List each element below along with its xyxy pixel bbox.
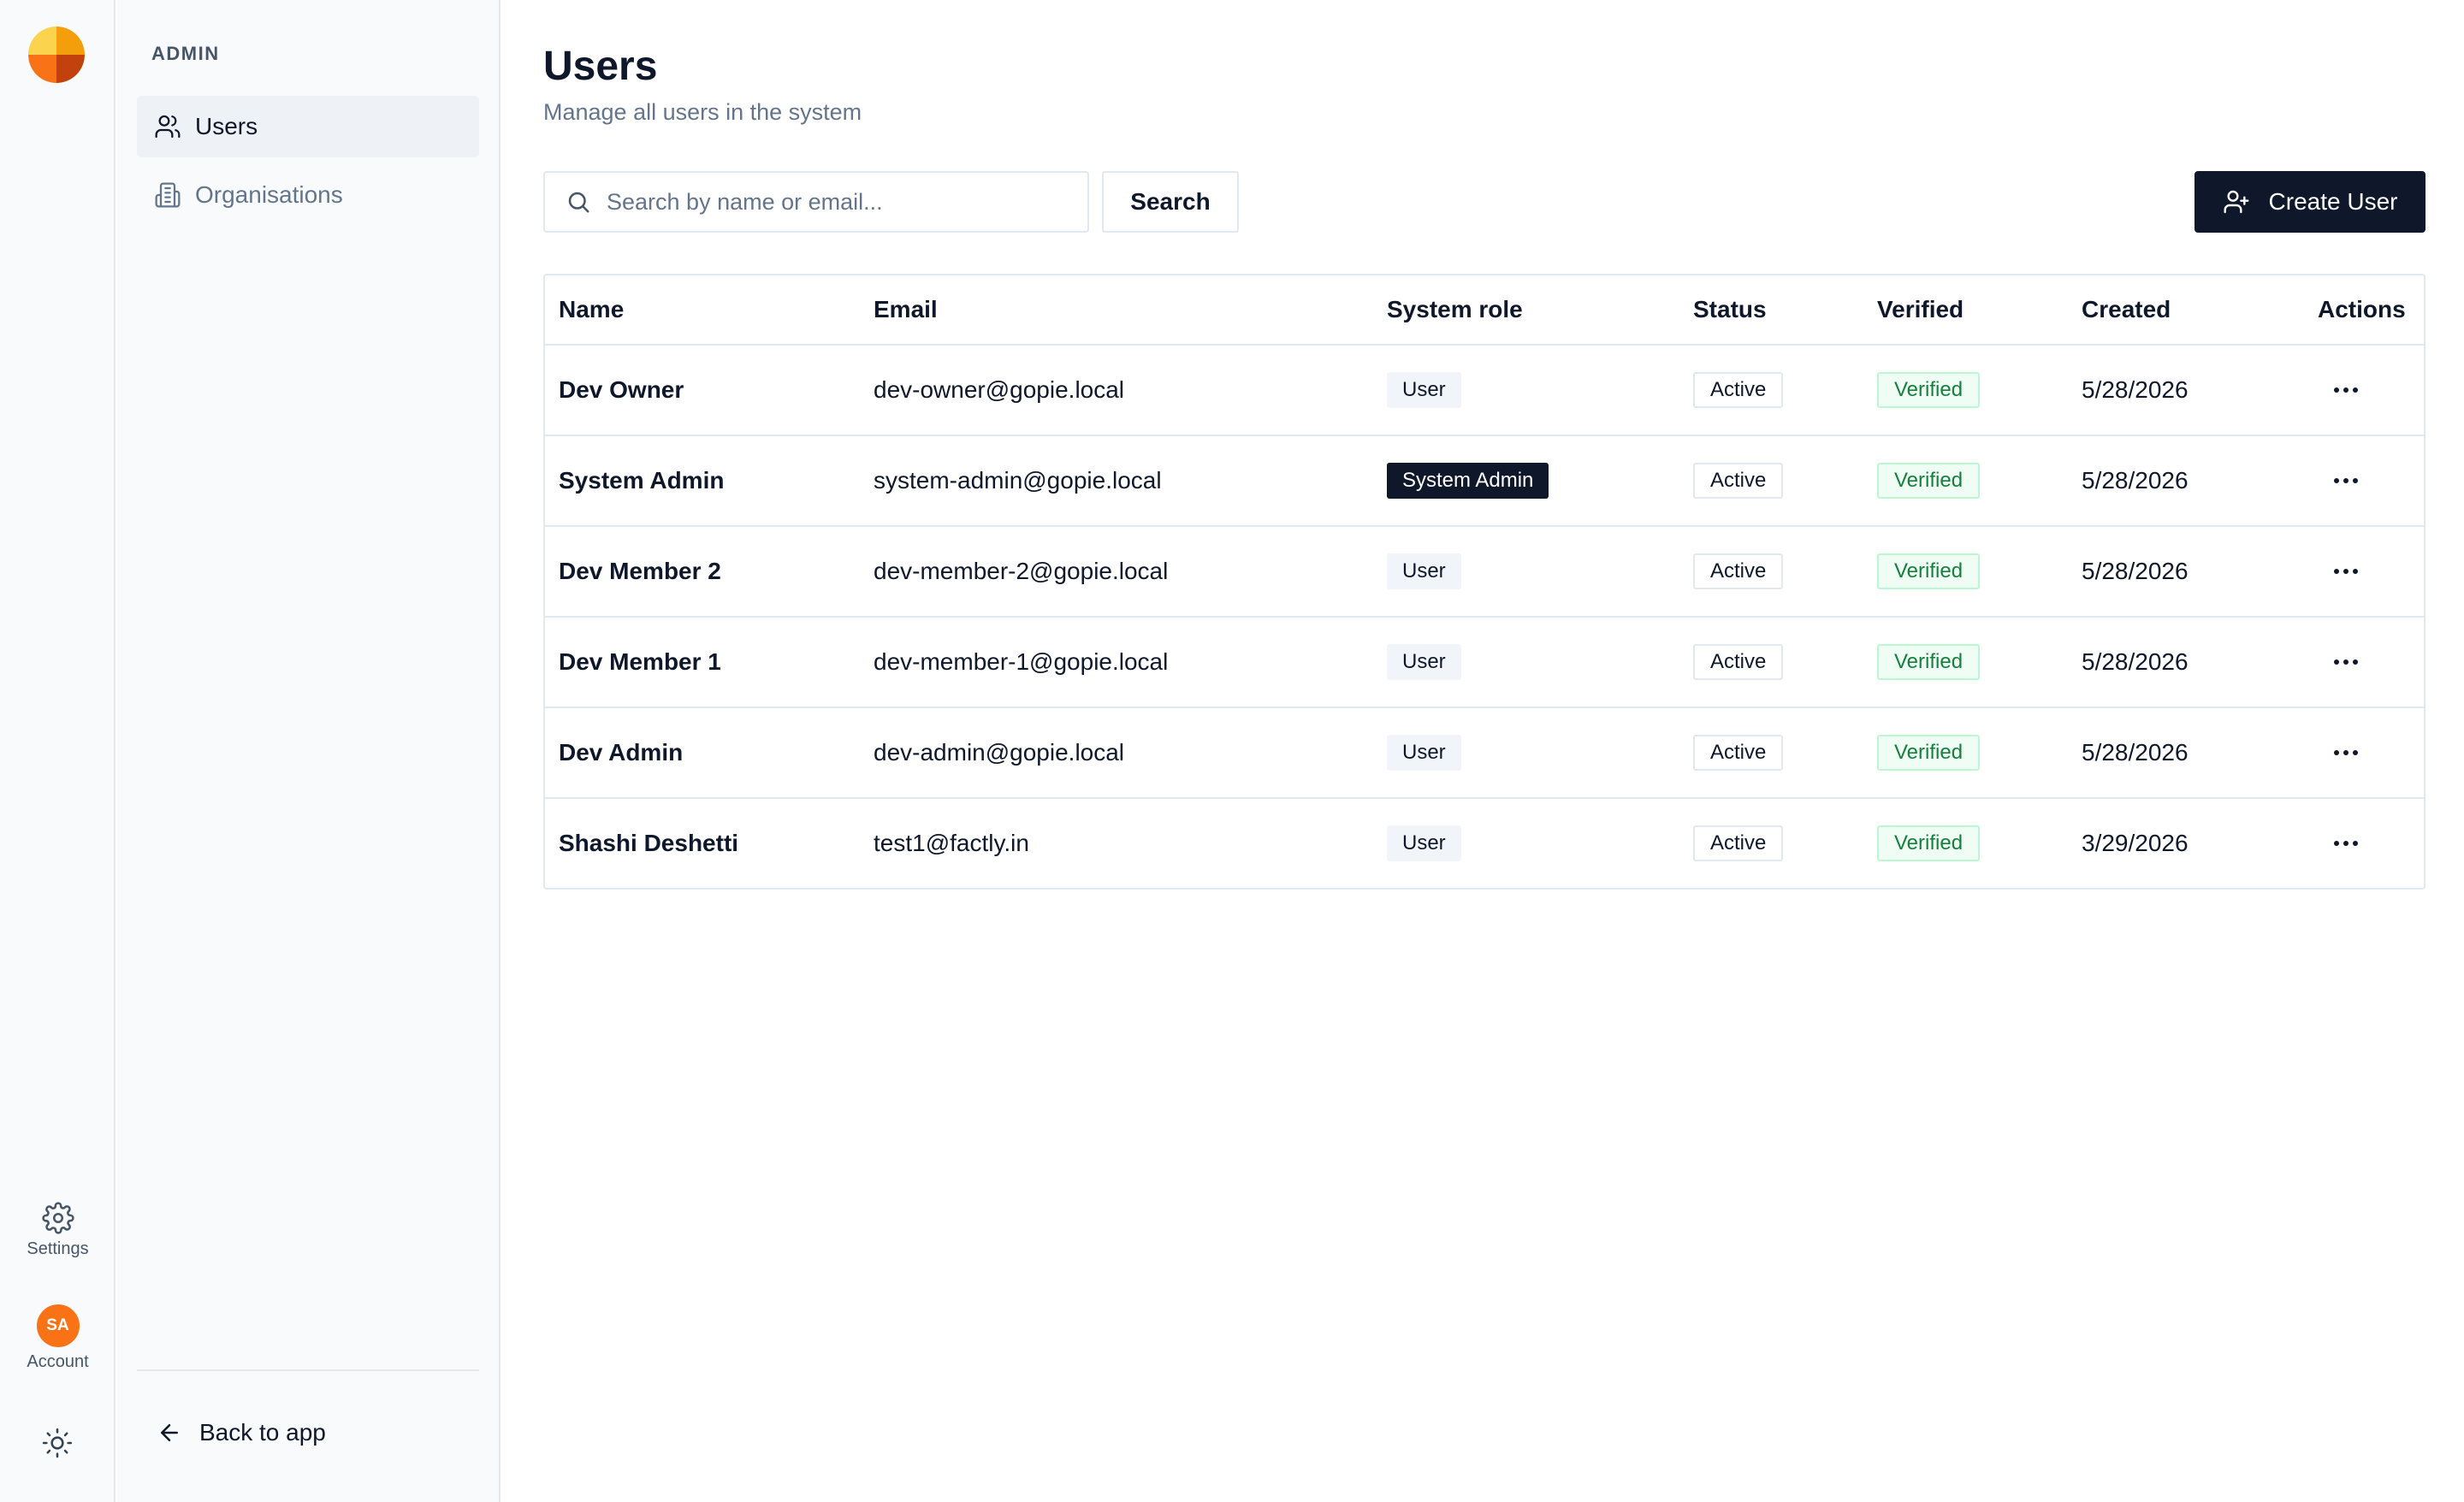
column-header-verified: Verified xyxy=(1877,296,1964,322)
created-date: 5/28/2026 xyxy=(2082,739,2189,766)
user-name: System Admin xyxy=(559,467,725,494)
user-name: Shashi Deshetti xyxy=(559,830,739,856)
user-name: Dev Owner xyxy=(559,376,684,403)
role-badge: User xyxy=(1387,825,1461,861)
theme-toggle-button[interactable] xyxy=(41,1427,74,1459)
user-email: system-admin@gopie.local xyxy=(874,467,1162,494)
created-date: 5/28/2026 xyxy=(2082,648,2189,675)
verified-badge: Verified xyxy=(1877,735,1981,771)
role-badge: User xyxy=(1387,553,1461,589)
gear-icon xyxy=(41,1202,74,1234)
app-logo[interactable] xyxy=(28,27,85,83)
user-name: Dev Member 1 xyxy=(559,648,721,675)
users-table: Name Email System role Status Verified C… xyxy=(543,274,2426,890)
search-icon xyxy=(568,192,589,213)
column-header-email: Email xyxy=(874,296,938,322)
created-date: 5/28/2026 xyxy=(2082,376,2189,403)
search-input[interactable] xyxy=(607,188,1086,216)
verified-badge: Verified xyxy=(1877,644,1981,680)
users-icon xyxy=(155,115,181,139)
column-header-system-role: System role xyxy=(1387,296,1523,322)
back-to-app-link[interactable]: Back to app xyxy=(157,1411,326,1454)
user-email: dev-member-1@gopie.local xyxy=(874,648,1169,675)
status-badge: Active xyxy=(1693,644,1784,680)
status-badge: Active xyxy=(1693,372,1784,408)
settings-label: Settings xyxy=(27,1239,89,1258)
settings-nav[interactable]: Settings xyxy=(0,1202,116,1259)
table-row: System Admin system-admin@gopie.local Sy… xyxy=(545,435,2424,525)
table-header-row: Name Email System role Status Verified C… xyxy=(545,275,2424,344)
role-badge: System Admin xyxy=(1387,463,1549,499)
created-date: 5/28/2026 xyxy=(2082,467,2189,494)
verified-badge: Verified xyxy=(1877,372,1981,408)
row-actions-button[interactable] xyxy=(2325,554,2367,588)
avatar: SA xyxy=(36,1304,80,1347)
search-field xyxy=(543,171,1089,233)
table-row: Dev Member 1 dev-member-1@gopie.local Us… xyxy=(545,616,2424,707)
user-plus-icon xyxy=(2223,190,2249,214)
page-title: Users xyxy=(543,44,658,89)
row-actions-button[interactable] xyxy=(2325,645,2367,679)
role-badge: User xyxy=(1387,372,1461,408)
create-user-label: Create User xyxy=(2268,188,2398,215)
sidebar-item-users[interactable]: Users xyxy=(137,96,479,157)
status-badge: Active xyxy=(1693,463,1784,499)
verified-badge: Verified xyxy=(1877,825,1981,861)
sidebar-divider xyxy=(137,1369,479,1371)
user-email: test1@factly.in xyxy=(874,830,1029,856)
logo-icon xyxy=(28,27,85,83)
table-row: Dev Admin dev-admin@gopie.local User Act… xyxy=(545,707,2424,797)
user-email: dev-owner@gopie.local xyxy=(874,376,1125,403)
admin-sidebar: ADMIN Users Organisations Back to app xyxy=(117,0,500,1502)
row-actions-button[interactable] xyxy=(2325,464,2367,498)
create-user-button[interactable]: Create User xyxy=(2194,171,2426,233)
column-header-actions: Actions xyxy=(2318,296,2406,322)
status-badge: Active xyxy=(1693,553,1784,589)
table-row: Dev Member 2 dev-member-2@gopie.local Us… xyxy=(545,525,2424,616)
section-label: ADMIN xyxy=(151,43,220,64)
verified-badge: Verified xyxy=(1877,463,1981,499)
page-subtitle: Manage all users in the system xyxy=(543,99,862,125)
column-header-status: Status xyxy=(1693,296,1767,322)
row-actions-button[interactable] xyxy=(2325,826,2367,860)
user-name: Dev Member 2 xyxy=(559,558,721,584)
column-header-name: Name xyxy=(559,296,625,322)
row-actions-button[interactable] xyxy=(2325,373,2367,407)
account-nav[interactable]: SA Account xyxy=(0,1304,116,1372)
app-root: Settings SA Account ADMIN Users Organisa… xyxy=(0,0,2464,1502)
status-badge: Active xyxy=(1693,825,1784,861)
back-to-app-label: Back to app xyxy=(199,1419,326,1446)
role-badge: User xyxy=(1387,735,1461,771)
sidebar-item-label: Organisations xyxy=(195,181,343,208)
role-badge: User xyxy=(1387,644,1461,680)
created-date: 5/28/2026 xyxy=(2082,558,2189,584)
user-email: dev-admin@gopie.local xyxy=(874,739,1125,766)
search-button[interactable]: Search xyxy=(1102,171,1239,233)
verified-badge: Verified xyxy=(1877,553,1981,589)
table-row: Shashi Deshetti test1@factly.in User Act… xyxy=(545,797,2424,888)
column-header-created: Created xyxy=(2082,296,2171,322)
sidebar-item-organisations[interactable]: Organisations xyxy=(137,164,479,226)
icon-rail: Settings SA Account xyxy=(0,0,116,1502)
account-label: Account xyxy=(27,1352,89,1371)
sidebar-item-label: Users xyxy=(195,113,258,139)
arrow-left-icon xyxy=(161,1424,178,1441)
sun-icon xyxy=(42,1428,73,1458)
table-row: Dev Owner dev-owner@gopie.local User Act… xyxy=(545,344,2424,435)
user-name: Dev Admin xyxy=(559,739,684,766)
row-actions-button[interactable] xyxy=(2325,736,2367,770)
user-email: dev-member-2@gopie.local xyxy=(874,558,1169,584)
status-badge: Active xyxy=(1693,735,1784,771)
building-icon xyxy=(155,182,181,208)
created-date: 3/29/2026 xyxy=(2082,830,2189,856)
